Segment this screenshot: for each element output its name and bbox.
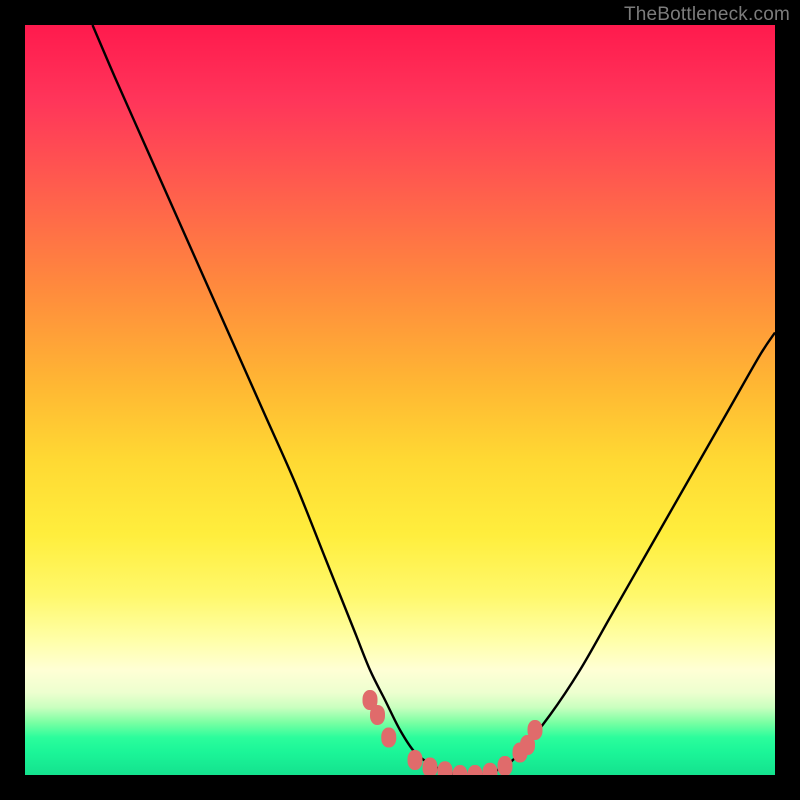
highlight-marker [453, 765, 468, 775]
highlight-marker [498, 756, 513, 775]
highlight-marker [468, 765, 483, 775]
highlight-markers [363, 690, 543, 775]
highlight-marker [423, 758, 438, 776]
bottleneck-curve [93, 25, 776, 775]
highlight-marker [381, 728, 396, 748]
highlight-marker [370, 705, 385, 725]
highlight-marker [520, 735, 535, 755]
chart-svg [25, 25, 775, 775]
highlight-marker [363, 690, 378, 710]
chart-plot-area [25, 25, 775, 775]
highlight-marker [513, 743, 528, 763]
highlight-marker [408, 750, 423, 770]
highlight-marker [438, 761, 453, 775]
chart-frame: TheBottleneck.com [0, 0, 800, 800]
highlight-marker [483, 763, 498, 775]
highlight-marker [528, 720, 543, 740]
bottleneck-curve-path [93, 25, 776, 775]
attribution-text: TheBottleneck.com [624, 4, 790, 26]
